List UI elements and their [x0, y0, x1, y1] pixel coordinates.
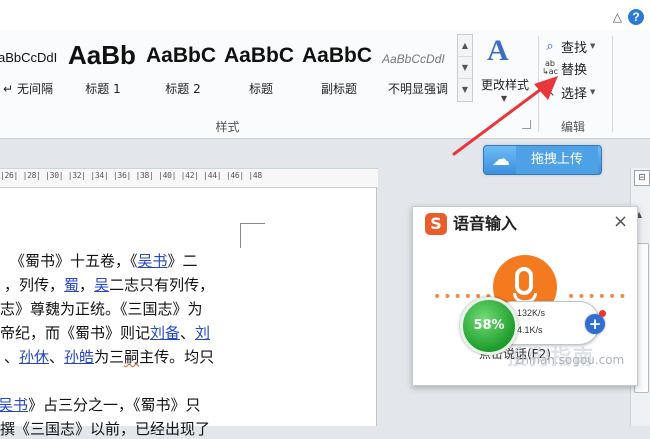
hyperlink[interactable]: 孙休: [19, 348, 49, 366]
chevron-down-icon: ▼: [590, 88, 596, 96]
hyperlink[interactable]: 吴书: [0, 396, 28, 414]
document-line: ，列传，蜀，吴二志只有列传，: [4, 274, 214, 295]
document-page[interactable]: 《蜀书》十五卷，《吴书》二 ，列传，蜀，吴二志只有列传， 志》尊魏为正统。《三国志》…: [0, 188, 377, 438]
document-line: 帝纪，而《蜀书》则记刘备、刘: [0, 322, 210, 343]
hyperlink[interactable]: 吴: [94, 276, 109, 294]
text-run: 帝纪，而《蜀书》则记: [0, 324, 151, 342]
document-line: 吴书》占三分之一，《蜀书》只: [0, 394, 201, 415]
network-speed-widget[interactable]: ⬆ 132K/s ⬇ 4.1K/s + 58%: [460, 297, 606, 355]
binoculars-icon: ⌕: [546, 38, 554, 54]
upload-speed: 132K/s: [517, 308, 546, 318]
voice-input-title: 语音输入: [453, 214, 518, 233]
help-icon[interactable]: ?: [628, 9, 644, 25]
download-speed: 4.1K/s: [517, 325, 543, 335]
horizontal-ruler[interactable]: |26| |28| |30| |32| |34| |36| |38| |40| …: [0, 168, 378, 188]
style-sample: AaBbC: [224, 44, 295, 67]
hyperlink[interactable]: 吴书: [138, 252, 168, 270]
hyperlink[interactable]: 刘: [195, 324, 210, 342]
ruler-ticks: |26| |28| |30| |32| |34| |36| |38| |40| …: [0, 171, 262, 180]
gallery-up-icon[interactable]: ▲: [458, 35, 472, 57]
text-run: ，: [79, 276, 95, 294]
spellcheck-text: 嗣: [124, 348, 140, 366]
style-name: 副标题: [320, 82, 357, 96]
hyperlink[interactable]: 蜀: [64, 276, 79, 294]
title-strip: △ ?: [0, 0, 650, 30]
styles-group-label: 样式: [215, 120, 240, 134]
sogou-logo-icon: S: [425, 213, 447, 235]
style-sample: aBbCcDdI: [0, 50, 58, 65]
text-run: 》二: [167, 252, 198, 270]
drag-upload-button[interactable]: ☁ 拖拽上传: [483, 145, 602, 175]
text-run: 主传。均只: [139, 348, 215, 366]
chevron-down-icon: ▼: [590, 42, 596, 50]
style-name: 标题 2: [165, 82, 201, 96]
style-heading-2[interactable]: AaBbC 标题 2: [146, 34, 220, 98]
text-run: 、: [180, 324, 196, 342]
drag-upload-label: 拖拽上传: [516, 146, 598, 174]
style-heading-1[interactable]: AaBb 标题 1: [66, 34, 140, 98]
notification-dot: [599, 310, 606, 317]
style-title[interactable]: AaBbC 标题: [224, 34, 298, 98]
style-name: 标题: [248, 82, 273, 96]
style-name: ↵ 无间隔: [3, 82, 53, 96]
style-name: 标题 1: [85, 82, 121, 96]
margin-corner-mark: [240, 223, 265, 248]
close-icon[interactable]: ×: [613, 211, 628, 232]
text-run: 撰《三国志》以前，已经出现了: [0, 420, 211, 438]
voice-input-panel: S 语音输入 × •••••• •••••• 搜狗指南 点击说话(F2) zhi…: [412, 206, 638, 386]
arrow-shaft: [452, 82, 550, 156]
document-line: 《蜀书》十五卷，《吴书》二: [10, 250, 198, 271]
text-run: ，列传，: [4, 276, 65, 294]
collapse-ribbon-icon[interactable]: △: [613, 10, 622, 24]
cloud-icon: ☁: [492, 149, 510, 170]
text-run: 《蜀书》十五卷，《: [10, 252, 138, 270]
style-subtitle[interactable]: AaBbC 副标题: [302, 34, 376, 98]
text-run: 、: [49, 348, 65, 366]
document-line: 撰《三国志》以前，已经出现了: [0, 418, 210, 439]
find-label: 查找: [561, 40, 588, 56]
text-run: 二志只有列传，: [109, 276, 215, 294]
style-sample: AaBbC: [302, 44, 373, 67]
style-sample: AaBbCcDdI: [382, 52, 445, 66]
divider: [612, 36, 613, 132]
ruler-toggle-icon[interactable]: ⊟: [634, 170, 650, 186]
watermark-url: zhinan.sogou.com: [515, 353, 625, 367]
microphone-icon: [515, 267, 533, 295]
styles-gallery: aBbCcDdI ↵ 无间隔 AaBb 标题 1 AaBbC 标题 2 AaBb…: [0, 34, 455, 98]
text-run: 》占三分之一，《蜀书》只: [28, 396, 201, 414]
document-line: 志》尊魏为正统。《三国志》为: [0, 298, 203, 319]
text-run: 为三: [94, 348, 125, 366]
find-button[interactable]: ⌕ 查找 ▼: [542, 36, 595, 56]
change-styles-icon: A: [487, 34, 509, 67]
style-sample: AaBb: [68, 40, 136, 70]
hyperlink[interactable]: 孙皓: [64, 348, 94, 366]
window-controls: △ ?: [613, 9, 644, 25]
style-sample: AaBbC: [146, 44, 217, 67]
text-run: 志》尊魏为正统。《三国志》为: [0, 300, 203, 318]
memory-usage-ball[interactable]: 58%: [460, 297, 518, 355]
text-run: 、: [4, 348, 20, 366]
arrow-head: [534, 76, 558, 100]
style-no-spacing[interactable]: aBbCcDdI ↵ 无间隔: [0, 34, 62, 98]
accelerate-plus-icon[interactable]: +: [585, 314, 605, 334]
document-line: 、孙休、孙皓为三嗣主传。均只: [4, 346, 214, 367]
hyperlink[interactable]: 刘备: [150, 324, 180, 342]
